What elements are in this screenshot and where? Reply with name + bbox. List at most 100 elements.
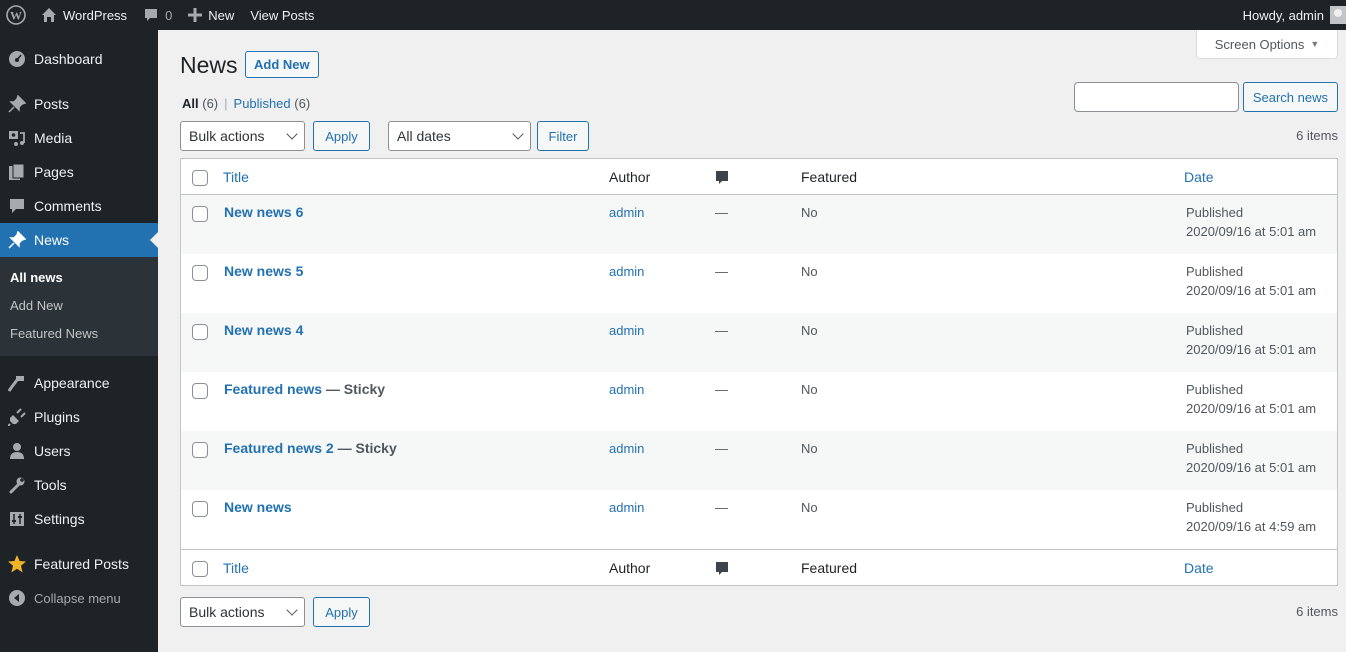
column-featured: Featured: [801, 560, 858, 576]
sidebar-item-comments[interactable]: Comments: [0, 189, 158, 223]
sidebar-item-plugins[interactable]: Plugins: [0, 400, 158, 434]
row-checkbox[interactable]: [192, 206, 208, 222]
author-link[interactable]: admin: [609, 441, 644, 456]
apply-button[interactable]: Apply: [313, 121, 370, 151]
comments-link[interactable]: 0: [135, 0, 180, 30]
post-status: Published: [1186, 323, 1244, 338]
featured-value: No: [801, 264, 818, 279]
site-name-link[interactable]: WordPress: [33, 0, 135, 30]
table-row: New news 6 admin — No Published 2020/09/1…: [181, 195, 1337, 254]
sidebar-item-pages[interactable]: Pages: [0, 155, 158, 189]
post-status: Published: [1186, 264, 1244, 279]
row-title-cell: New news: [224, 499, 292, 515]
post-title-link[interactable]: New news 4: [224, 322, 303, 338]
wp-logo-menu[interactable]: W: [0, 0, 33, 30]
post-date: 2020/09/16 at 5:01 am: [1186, 460, 1317, 475]
posts-table: Title Author Featured Date New news 6 ad…: [180, 158, 1338, 586]
comments-count: —: [715, 382, 728, 397]
row-checkbox[interactable]: [192, 265, 208, 281]
bulk-actions-select-bottom[interactable]: Bulk actions: [180, 597, 305, 627]
submenu-add-new[interactable]: Add New: [0, 292, 158, 320]
admin-menu: Dashboard Posts Media Pages Comments New…: [0, 30, 158, 652]
add-new-button[interactable]: Add New: [245, 51, 319, 78]
view-published-count: (6): [294, 96, 311, 111]
view-all[interactable]: All (6): [182, 96, 218, 111]
column-author: Author: [609, 169, 651, 185]
apply-button-bottom[interactable]: Apply: [313, 597, 370, 627]
post-title-link[interactable]: Featured news 2: [224, 440, 334, 456]
date-cell: Published 2020/09/16 at 5:01 am: [1186, 380, 1316, 418]
row-checkbox[interactable]: [192, 501, 208, 517]
post-title-link[interactable]: New news: [224, 499, 292, 515]
bulk-actions-select[interactable]: Bulk actions: [180, 121, 305, 151]
my-account-menu[interactable]: Howdy, admin: [1235, 0, 1346, 30]
date-cell: Published 2020/09/16 at 5:01 am: [1186, 439, 1316, 477]
new-content-menu[interactable]: New: [180, 0, 242, 30]
table-row: Featured news 2 — Sticky admin — No Publ…: [181, 431, 1337, 490]
avatar: [1330, 6, 1346, 24]
sidebar-item-label: Tools: [34, 477, 67, 493]
column-title-sort[interactable]: Title: [223, 560, 249, 576]
post-date: 2020/09/16 at 5:01 am: [1186, 283, 1317, 298]
table-header: Title Author Featured Date: [181, 159, 1337, 195]
howdy-label: Howdy, admin: [1242, 7, 1324, 23]
sidebar-item-settings[interactable]: Settings: [0, 502, 158, 536]
view-published[interactable]: Published (6): [234, 96, 311, 111]
home-icon: [41, 7, 57, 23]
post-status: Published: [1186, 500, 1244, 515]
submenu-all-news[interactable]: All news: [0, 264, 158, 292]
author-link[interactable]: admin: [609, 205, 644, 220]
sidebar-item-appearance[interactable]: Appearance: [0, 366, 158, 400]
post-title-link[interactable]: New news 6: [224, 204, 303, 220]
sidebar-item-users[interactable]: Users: [0, 434, 158, 468]
bulk-actions-value: Bulk actions: [189, 128, 265, 144]
featured-value: No: [801, 441, 818, 456]
sidebar-item-media[interactable]: Media: [0, 121, 158, 155]
author-link[interactable]: admin: [609, 323, 644, 338]
view-posts-link[interactable]: View Posts: [242, 0, 322, 30]
table-row: New news 5 admin — No Published 2020/09/1…: [181, 254, 1337, 313]
post-title-link[interactable]: Featured news: [224, 381, 322, 397]
comment-icon: [143, 7, 159, 23]
star-icon: [7, 554, 27, 574]
filter-button[interactable]: Filter: [537, 121, 589, 151]
pin-icon: [7, 94, 27, 114]
select-all-checkbox[interactable]: [192, 170, 208, 186]
column-date-sort[interactable]: Date: [1184, 169, 1214, 185]
post-date: 2020/09/16 at 5:01 am: [1186, 342, 1317, 357]
select-all-checkbox-footer[interactable]: [192, 561, 208, 577]
post-date: 2020/09/16 at 5:01 am: [1186, 224, 1317, 239]
sidebar-item-label: Pages: [34, 164, 74, 180]
sidebar-item-featured-posts[interactable]: Featured Posts: [0, 547, 158, 581]
post-state: — Sticky: [322, 381, 386, 397]
collapse-menu-button[interactable]: Collapse menu: [0, 581, 158, 615]
post-title-link[interactable]: New news 5: [224, 263, 303, 279]
submenu-featured-news[interactable]: Featured News: [0, 320, 158, 348]
post-date: 2020/09/16 at 4:59 am: [1186, 519, 1317, 534]
row-checkbox[interactable]: [192, 324, 208, 340]
sidebar-item-news[interactable]: News: [0, 223, 158, 257]
sidebar-item-dashboard[interactable]: Dashboard: [0, 42, 158, 76]
view-published-label: Published: [233, 96, 291, 111]
featured-value: No: [801, 323, 818, 338]
author-link[interactable]: admin: [609, 264, 644, 279]
author-link[interactable]: admin: [609, 382, 644, 397]
comments-count: —: [715, 205, 728, 220]
screen-options-button[interactable]: Screen Options ▼: [1196, 30, 1338, 59]
post-date: 2020/09/16 at 5:01 am: [1186, 401, 1317, 416]
dates-filter-select[interactable]: All dates: [388, 121, 531, 151]
search-news-button[interactable]: Search news: [1242, 82, 1338, 112]
row-checkbox[interactable]: [192, 383, 208, 399]
sidebar-item-tools[interactable]: Tools: [0, 468, 158, 502]
author-link[interactable]: admin: [609, 500, 644, 515]
column-date-sort[interactable]: Date: [1184, 560, 1214, 576]
column-author: Author: [609, 560, 651, 576]
dates-filter-value: All dates: [397, 128, 451, 144]
row-title-cell: Featured news 2 — Sticky: [224, 440, 397, 456]
column-title-sort[interactable]: Title: [223, 169, 249, 185]
row-checkbox[interactable]: [192, 442, 208, 458]
sidebar-item-label: Posts: [34, 96, 70, 112]
sidebar-item-posts[interactable]: Posts: [0, 87, 158, 121]
search-input[interactable]: [1073, 82, 1239, 112]
collapse-icon: [7, 588, 27, 608]
